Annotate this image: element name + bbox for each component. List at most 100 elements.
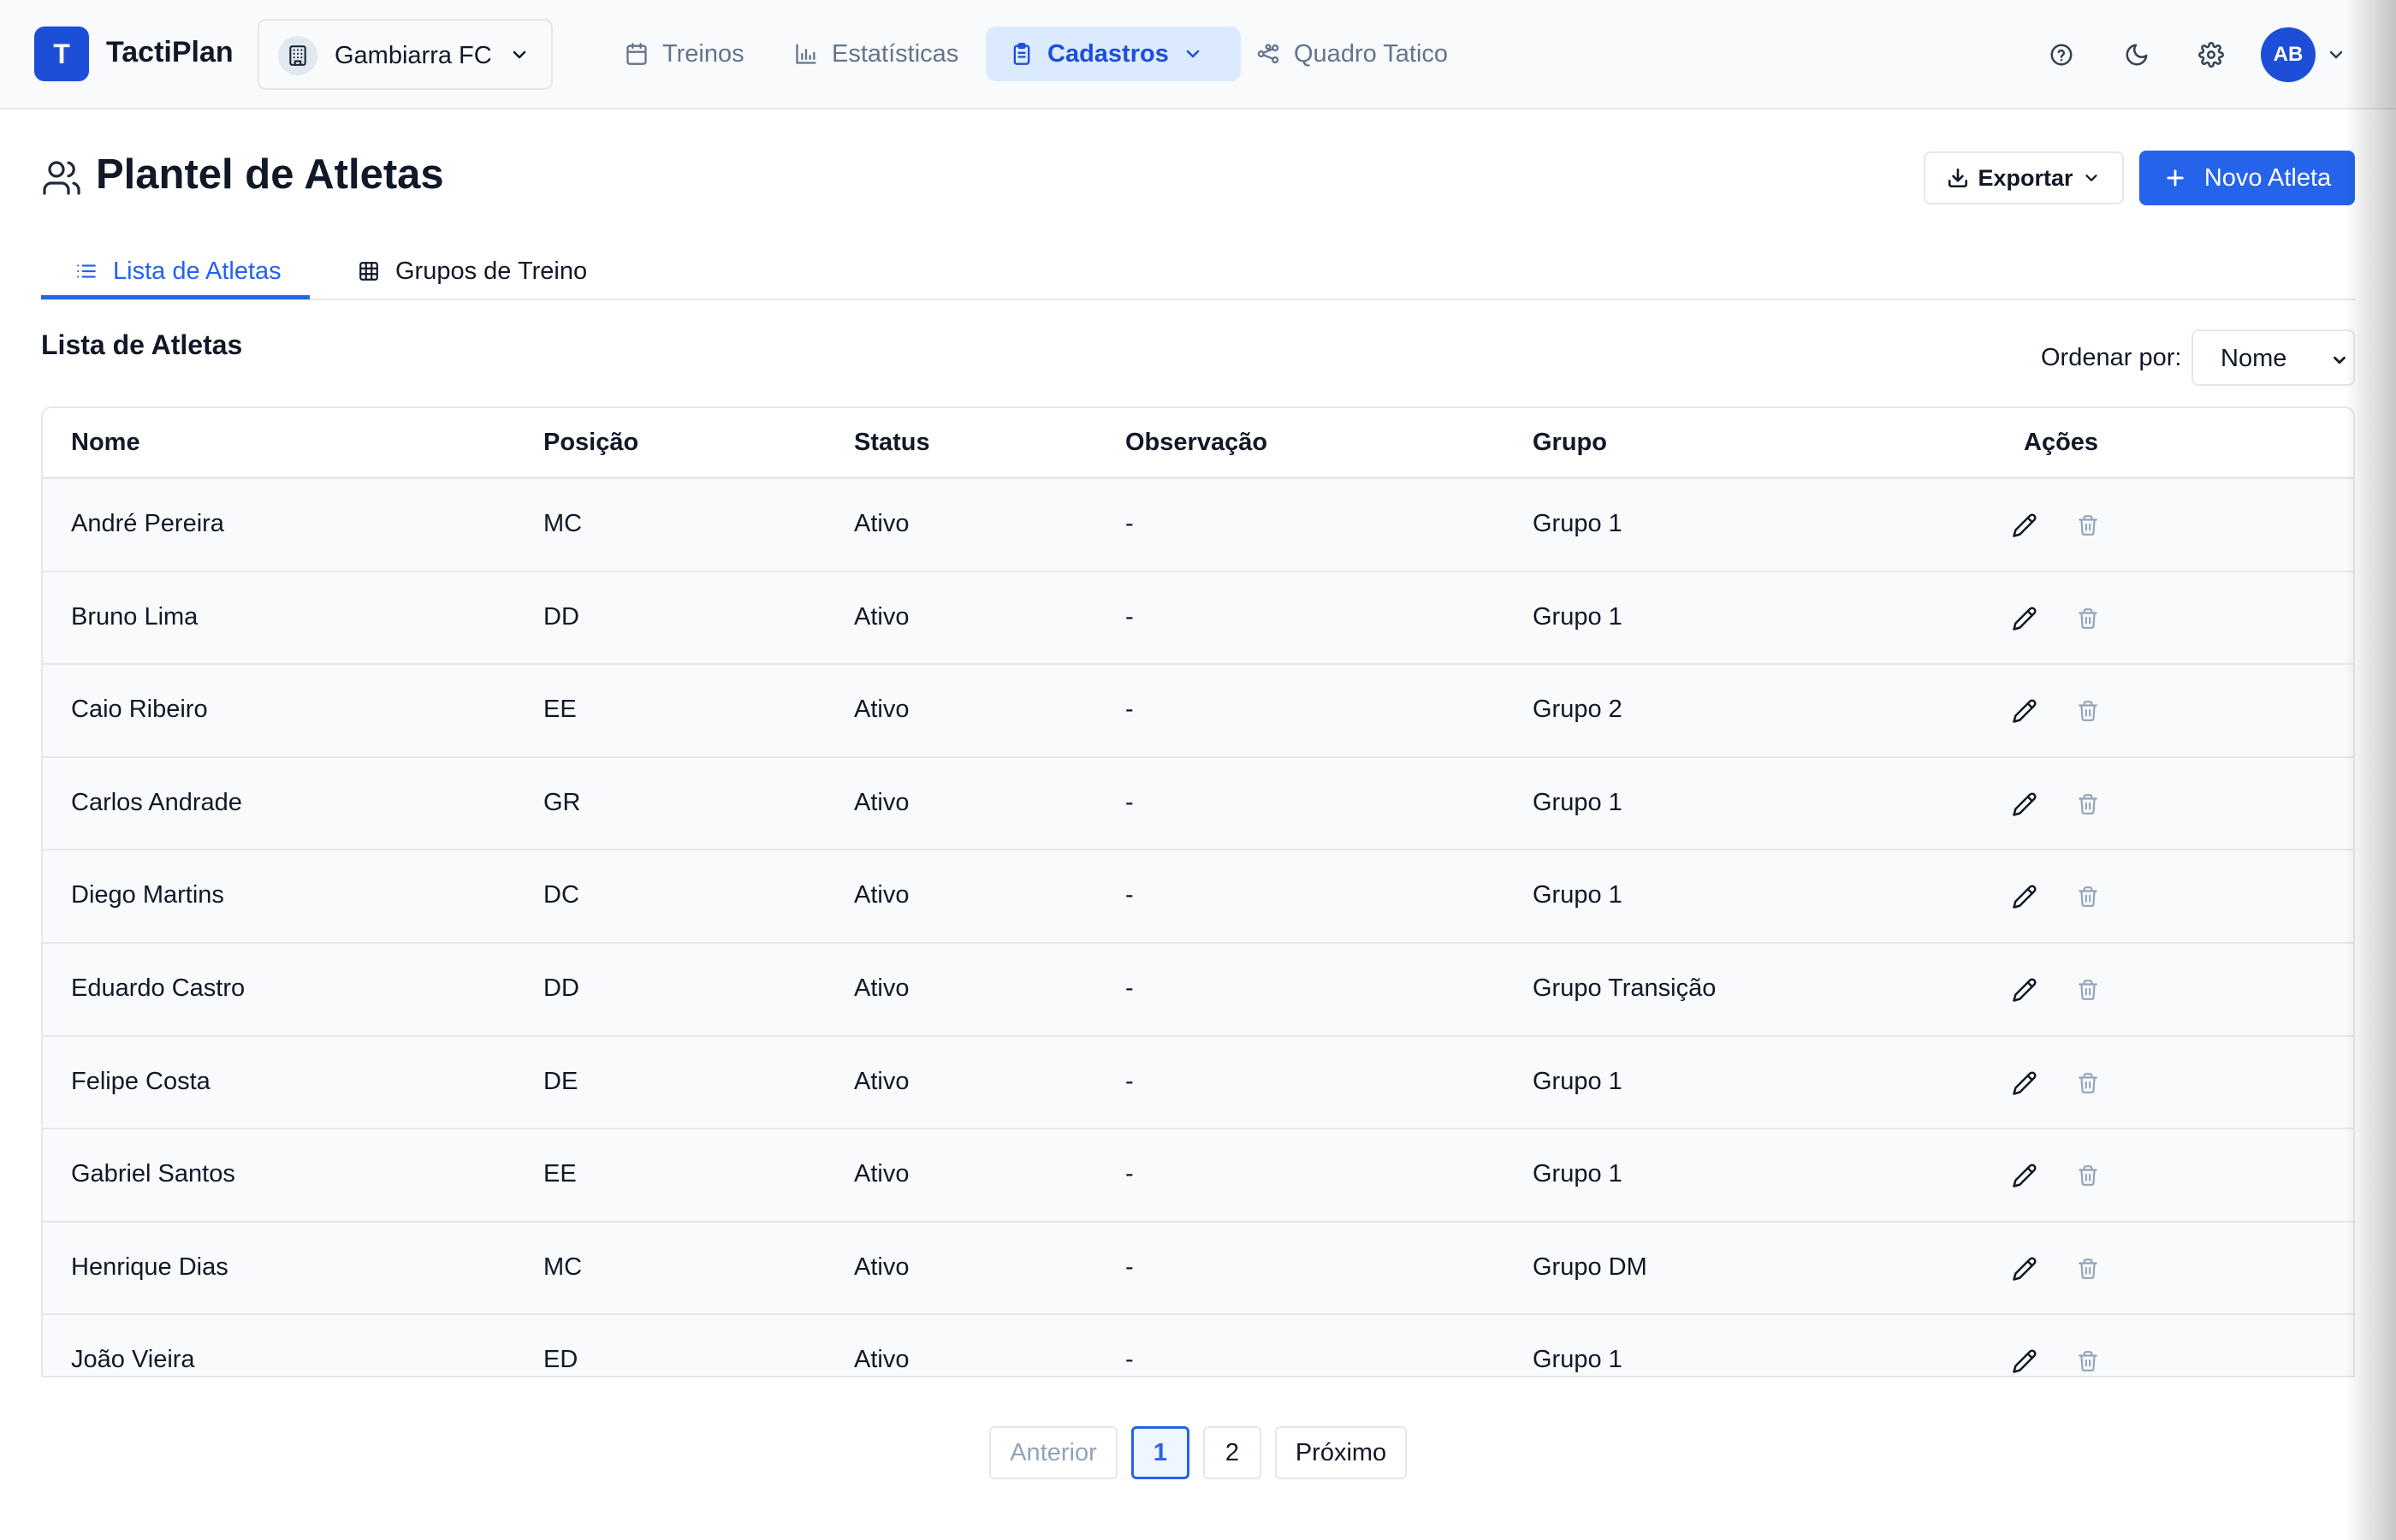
tab-lista-de-atletas[interactable]: Lista de Atletas: [75, 243, 282, 299]
cell-observacao: -: [1125, 602, 1134, 631]
cell-nome: Caio Ribeiro: [71, 696, 208, 724]
route-icon: [1256, 42, 1294, 66]
tab-grupos-de-treino-label: Grupos de Treino: [395, 257, 588, 285]
cell-observacao: -: [1125, 1067, 1134, 1095]
chevron-down-icon: [1183, 44, 1217, 64]
cell-nome: Carlos Andrade: [71, 788, 242, 816]
athletes-table: Nome Posição Status Observação Grupo Açõ…: [41, 406, 2355, 1377]
table-body: André Pereira MC Ativo - Grupo 1 Bruno Lima DD…: [43, 479, 2353, 1376]
edit-icon[interactable]: [2011, 1162, 2038, 1189]
column-header-status[interactable]: Status: [854, 429, 930, 457]
pagination-prev-button[interactable]: Anterior: [989, 1426, 1118, 1479]
pagination-page-1[interactable]: 1: [1131, 1426, 1189, 1479]
cell-status: Ativo: [854, 602, 910, 631]
edit-icon[interactable]: [2011, 1348, 2038, 1375]
delete-icon[interactable]: [2074, 883, 2102, 910]
cell-nome: Bruno Lima: [71, 602, 199, 631]
delete-icon[interactable]: [2074, 697, 2102, 725]
delete-icon[interactable]: [2074, 1069, 2102, 1097]
app-logo[interactable]: T: [34, 27, 89, 81]
nav-treinos-label: Treinos: [662, 39, 744, 68]
team-selector[interactable]: Gambiarra FC: [258, 19, 553, 90]
column-header-observacao[interactable]: Observação: [1125, 429, 1267, 457]
table-row[interactable]: Diego Martins DC Ativo - Grupo 1: [43, 850, 2353, 944]
chevron-down-icon[interactable]: [2326, 44, 2346, 65]
cell-posicao: EE: [543, 696, 577, 724]
delete-icon[interactable]: [2074, 1162, 2102, 1189]
table-row[interactable]: Gabriel Santos EE Ativo - Grupo 1: [43, 1129, 2353, 1223]
nav-estatisticas[interactable]: Estatísticas: [794, 27, 958, 81]
pagination-next-button[interactable]: Próximo: [1275, 1426, 1407, 1479]
cell-nome: Henrique Dias: [71, 1253, 228, 1281]
delete-icon[interactable]: [2074, 1348, 2102, 1375]
cell-nome: Felipe Costa: [71, 1067, 211, 1095]
delete-icon[interactable]: [2074, 976, 2102, 1004]
cell-posicao: MC: [543, 510, 583, 537]
table-row[interactable]: Felipe Costa DE Ativo - Grupo 1: [43, 1036, 2353, 1130]
cell-posicao: EE: [543, 1160, 577, 1188]
sort-value: Nome: [2221, 345, 2287, 372]
cell-observacao: -: [1125, 1346, 1134, 1374]
new-athlete-button[interactable]: Novo Atleta: [2139, 151, 2355, 205]
edit-icon[interactable]: [2011, 697, 2038, 725]
top-bar: T TactiPlan Gambiarra FC Treinos Estatís…: [0, 0, 2396, 110]
nav-cadastros[interactable]: Cadastros: [986, 27, 1241, 81]
sort-select[interactable]: Nome: [2191, 329, 2355, 386]
table-row[interactable]: Caio Ribeiro EE Ativo - Grupo 2: [43, 665, 2353, 758]
help-icon[interactable]: [2041, 34, 2082, 75]
gear-icon[interactable]: [2191, 34, 2232, 75]
cell-status: Ativo: [854, 510, 910, 537]
footer-area: [0, 1377, 2396, 1540]
cell-nome: João Vieira: [71, 1346, 195, 1374]
avatar-initials: AB: [2273, 43, 2304, 66]
delete-icon[interactable]: [2074, 1255, 2102, 1282]
app-logo-letter: T: [53, 38, 70, 69]
nav-cadastros-label: Cadastros: [1047, 39, 1169, 68]
edit-icon[interactable]: [2011, 791, 2038, 818]
clipboard-icon: [1010, 42, 1047, 66]
pagination-page-2[interactable]: 2: [1203, 1426, 1261, 1479]
edit-icon[interactable]: [2011, 605, 2038, 632]
cell-status: Ativo: [854, 881, 910, 909]
cell-posicao: GR: [543, 788, 581, 816]
delete-icon[interactable]: [2074, 605, 2102, 632]
app-name[interactable]: TactiPlan: [106, 36, 234, 69]
nav-treinos[interactable]: Treinos: [625, 27, 744, 81]
delete-icon[interactable]: [2074, 512, 2102, 539]
table-row[interactable]: João Vieira ED Ativo - Grupo 1: [43, 1315, 2353, 1376]
delete-icon[interactable]: [2074, 791, 2102, 818]
table-row[interactable]: Henrique Dias MC Ativo - Grupo DM: [43, 1222, 2353, 1316]
edit-icon[interactable]: [2011, 976, 2038, 1004]
column-header-grupo[interactable]: Grupo: [1533, 429, 1607, 457]
column-header-nome[interactable]: Nome: [71, 429, 140, 457]
table-row[interactable]: Eduardo Castro DD Ativo - Grupo Transição: [43, 943, 2353, 1037]
avatar[interactable]: AB: [2261, 27, 2316, 82]
table-row[interactable]: André Pereira MC Ativo - Grupo 1: [43, 479, 2353, 572]
export-button[interactable]: Exportar: [1924, 151, 2124, 204]
tab-lista-de-atletas-label: Lista de Atletas: [113, 257, 282, 285]
edit-icon[interactable]: [2011, 512, 2038, 539]
cell-status: Ativo: [854, 788, 910, 816]
table-row[interactable]: Carlos Andrade GR Ativo - Grupo 1: [43, 757, 2353, 851]
cell-grupo: Grupo 1: [1533, 1160, 1622, 1188]
cell-nome: Gabriel Santos: [71, 1160, 235, 1188]
cell-status: Ativo: [854, 1253, 910, 1281]
cell-nome: André Pereira: [71, 510, 224, 537]
cell-observacao: -: [1125, 696, 1134, 724]
tab-grupos-de-treino[interactable]: Grupos de Treino: [358, 243, 587, 299]
cell-observacao: -: [1125, 788, 1134, 816]
cell-posicao: DD: [543, 602, 579, 631]
moon-icon[interactable]: [2116, 34, 2157, 75]
edit-icon[interactable]: [2011, 1069, 2038, 1097]
column-header-posicao[interactable]: Posição: [543, 429, 638, 457]
cell-grupo: Grupo Transição: [1533, 974, 1717, 1002]
cell-posicao: DD: [543, 974, 579, 1002]
active-tab-indicator: [41, 295, 310, 299]
team-name: Gambiarra FC: [335, 42, 492, 69]
nav-quadro-tatico[interactable]: Quadro Tatico: [1256, 27, 1448, 81]
edit-icon[interactable]: [2011, 883, 2038, 910]
cell-posicao: DC: [543, 881, 579, 909]
cell-status: Ativo: [854, 1346, 910, 1374]
table-row[interactable]: Bruno Lima DD Ativo - Grupo 1: [43, 572, 2353, 666]
edit-icon[interactable]: [2011, 1255, 2038, 1282]
